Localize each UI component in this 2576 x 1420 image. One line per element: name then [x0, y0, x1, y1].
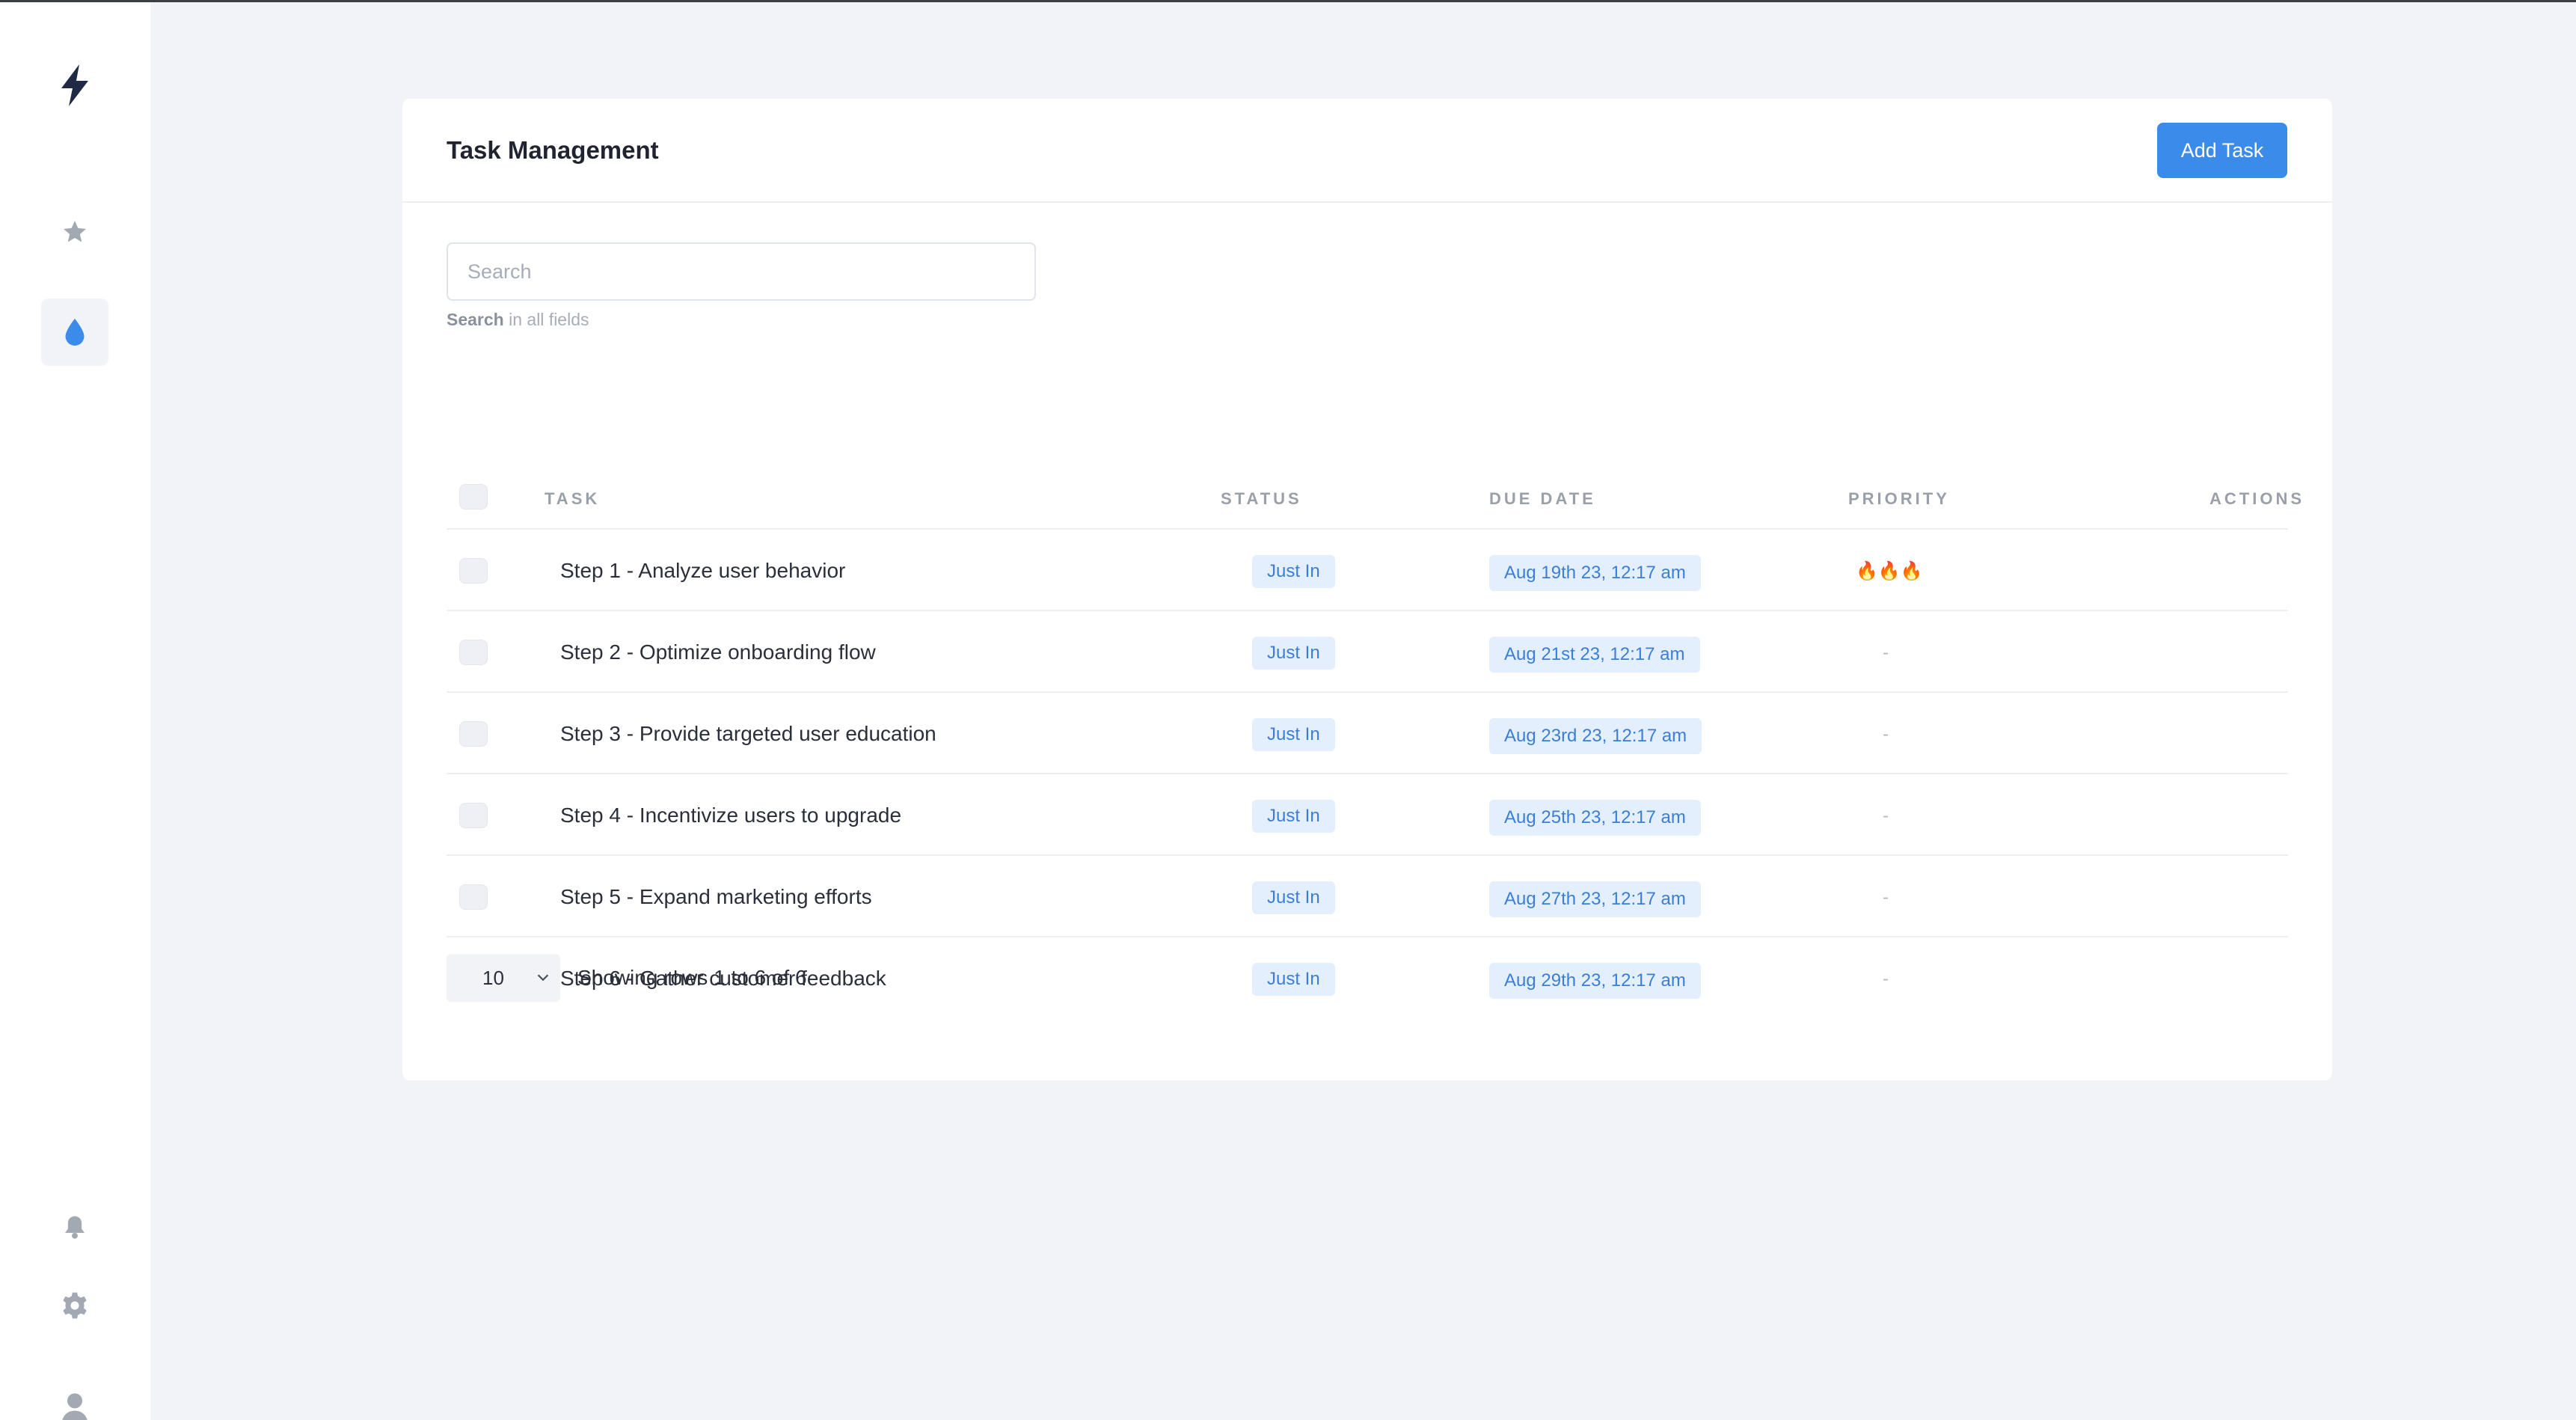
- column-header-actions: ACTIONS: [2209, 489, 2304, 508]
- drop-icon[interactable]: [41, 299, 108, 366]
- table-row: Step 3 - Provide targeted user education…: [447, 693, 2576, 774]
- due-date-badge: Aug 29th 23, 12:17 am: [1489, 963, 1701, 999]
- bell-icon[interactable]: [58, 1211, 91, 1243]
- row-checkbox[interactable]: [459, 640, 488, 665]
- chevron-down-icon: [537, 974, 549, 982]
- task-table: TASK STATUS DUE DATE PRIORITY ACTIONS St…: [447, 468, 2576, 1019]
- task-management-card: Task Management Add Task Search in all f…: [402, 99, 2576, 1080]
- search-help-bold: Search: [447, 310, 504, 329]
- column-header-due-date[interactable]: DUE DATE: [1489, 486, 1596, 512]
- row-checkbox[interactable]: [459, 721, 488, 747]
- row-checkbox[interactable]: [459, 558, 488, 584]
- table-row: Step 5 - Expand marketing efforts Just I…: [447, 856, 2576, 937]
- priority-empty: -: [1883, 724, 1889, 744]
- select-all-checkbox[interactable]: [459, 484, 488, 509]
- priority-empty: -: [1883, 643, 1889, 663]
- due-date-badge: Aug 23rd 23, 12:17 am: [1489, 718, 1702, 754]
- column-header-task[interactable]: TASK: [545, 486, 600, 512]
- star-icon[interactable]: [57, 214, 93, 250]
- status-badge: Just In: [1252, 555, 1335, 588]
- table-body: Step 1 - Analyze user behavior Just In A…: [447, 530, 2576, 1019]
- search-help-text: Search in all fields: [447, 307, 589, 332]
- page-size-select[interactable]: 10: [447, 954, 560, 1002]
- task-name[interactable]: Step 5 - Expand marketing efforts: [560, 883, 872, 911]
- priority-empty: -: [1883, 887, 1889, 908]
- due-date-badge: Aug 21st 23, 12:17 am: [1489, 637, 1700, 673]
- table-header: TASK STATUS DUE DATE PRIORITY ACTIONS: [447, 468, 2301, 530]
- search-help-rest: in all fields: [503, 310, 589, 329]
- row-checkbox[interactable]: [459, 884, 488, 910]
- row-checkbox[interactable]: [459, 803, 488, 828]
- due-date-badge: Aug 19th 23, 12:17 am: [1489, 555, 1701, 591]
- status-badge: Just In: [1252, 718, 1335, 751]
- status-badge: Just In: [1252, 881, 1335, 914]
- priority-fire-icons: 🔥🔥🔥: [1856, 561, 1923, 581]
- page-title: Task Management: [447, 136, 659, 164]
- table-row: Step 2 - Optimize onboarding flow Just I…: [447, 611, 2576, 693]
- task-name[interactable]: Step 4 - Incentivize users to upgrade: [560, 801, 901, 830]
- due-date-badge: Aug 27th 23, 12:17 am: [1489, 881, 1701, 917]
- gear-icon[interactable]: [57, 1288, 93, 1323]
- sidebar: [0, 2, 150, 1420]
- search-input[interactable]: [447, 242, 1036, 301]
- column-header-priority[interactable]: PRIORITY: [1848, 486, 1950, 512]
- rows-count-text: Showing rows 1 to 6 of 6: [577, 966, 807, 989]
- status-badge: Just In: [1252, 637, 1335, 670]
- status-badge: Just In: [1252, 800, 1335, 833]
- task-name[interactable]: Step 1 - Analyze user behavior: [560, 557, 845, 585]
- table-row: Step 1 - Analyze user behavior Just In A…: [447, 530, 2576, 611]
- status-badge: Just In: [1252, 963, 1335, 996]
- task-name[interactable]: Step 3 - Provide targeted user education: [560, 720, 936, 748]
- add-task-button[interactable]: Add Task: [2157, 123, 2287, 178]
- user-icon[interactable]: [57, 1391, 93, 1420]
- due-date-badge: Aug 25th 23, 12:17 am: [1489, 800, 1701, 836]
- task-name[interactable]: Step 2 - Optimize onboarding flow: [560, 638, 876, 667]
- priority-empty: -: [1883, 806, 1889, 826]
- window-top-border: [0, 0, 2576, 2]
- page-size-value: 10: [482, 966, 504, 989]
- table-row: Step 4 - Incentivize users to upgrade Ju…: [447, 774, 2576, 856]
- bolt-icon[interactable]: [52, 61, 97, 110]
- column-header-status[interactable]: STATUS: [1221, 486, 1302, 512]
- card-header: Task Management Add Task: [402, 99, 2332, 203]
- priority-empty: -: [1883, 969, 1889, 989]
